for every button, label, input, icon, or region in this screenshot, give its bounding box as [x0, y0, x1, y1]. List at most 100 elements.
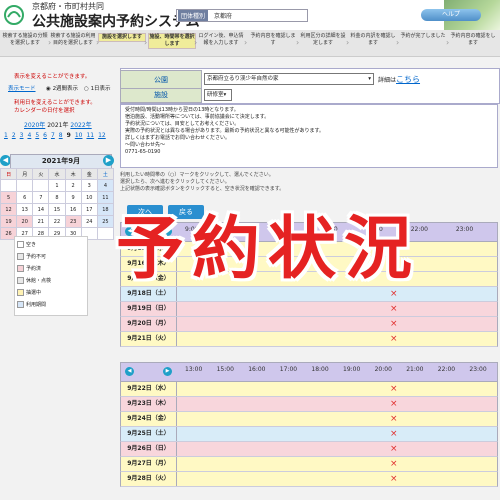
calendar-day[interactable]: 21 [32, 215, 50, 228]
schedule-row: 9月19日（日） × [120, 302, 498, 317]
month-link[interactable]: 2 [12, 132, 16, 139]
schedule-grid-week2: ◀ ▶ 13:00 15:00 16:00 17:00 18:00 19:00 20:00 21:… [120, 362, 498, 487]
schedule-date: 9月23日（木） [121, 397, 177, 411]
weekday-header: 木 [64, 168, 82, 180]
calendar-day[interactable]: 14 [32, 203, 50, 216]
unavailable-mark[interactable]: × [390, 428, 398, 440]
park-select[interactable]: 京都府立るり渓少年自然の家 ▾ [204, 73, 374, 85]
schedule-slots: × [177, 472, 497, 486]
display-mode-prompt: 表示を変えることができます。 [14, 74, 91, 80]
year-current: 2021年 [47, 122, 69, 129]
unavailable-mark[interactable]: × [390, 333, 398, 345]
facility-row-label: 施設 [120, 88, 202, 103]
month-links: 1 2 3 4 5 6 7 8 9 10 11 12 [4, 132, 114, 139]
month-link[interactable]: 8 [59, 132, 63, 139]
schedule-slots: × [177, 382, 497, 396]
hour-label: 17:00 [279, 366, 298, 373]
unavailable-mark[interactable]: × [390, 473, 398, 485]
month-link[interactable]: 6 [43, 132, 47, 139]
legend-label: 予約不可 [26, 254, 47, 260]
calendar-week: 1234 [0, 179, 115, 192]
park-row-label: 公園 [120, 70, 202, 90]
legend-item: 空き [17, 241, 36, 248]
hour-label: 18:00 [311, 366, 329, 373]
display-mode-label[interactable]: 表示モード [8, 84, 36, 92]
schedule-slots: × [177, 412, 497, 426]
legend-swatch [17, 301, 24, 308]
schedule-date: 9月27日（月） [121, 457, 177, 471]
hour-label: 15:00 [216, 366, 234, 373]
month-link[interactable]: 5 [35, 132, 39, 139]
instructions: 利用したい時間帯の（○）マークをクリックして、選んでください。 選択したら、次へ進… [120, 172, 420, 193]
chevron-down-icon: ▾ [368, 76, 371, 82]
month-link[interactable]: 4 [27, 132, 31, 139]
step-item: 利用区分の詳細を設定します [300, 33, 346, 46]
schedule-slots: × [177, 397, 497, 411]
schedule-next-button[interactable]: ▶ [163, 367, 172, 376]
calendar-day[interactable]: 20 [16, 215, 34, 228]
month-link[interactable]: 9 [67, 132, 71, 139]
schedule-row: 9月24日（金） × [120, 412, 498, 427]
calendar-empty [0, 179, 18, 192]
schedule-date: 9月20日（月） [121, 317, 177, 331]
unavailable-mark[interactable]: × [390, 443, 398, 455]
help-button-label: ヘルプ [441, 11, 460, 18]
legend-label: 空き [26, 242, 37, 248]
legend-swatch [17, 253, 24, 260]
schedule-date: 9月24日（金） [121, 412, 177, 426]
hour-label: 13:00 [185, 366, 203, 373]
month-link[interactable]: 12 [98, 132, 106, 139]
facility-select[interactable]: 研修室▾ [204, 89, 232, 101]
legend-label: 抽選中 [26, 290, 42, 296]
calendar-day[interactable]: 13 [16, 203, 34, 216]
unavailable-mark[interactable]: × [390, 398, 398, 410]
help-button[interactable]: ヘルプ [421, 9, 481, 21]
detail-text: 詳細はこちら [378, 74, 420, 85]
mode-two-weeks-label: 2週間表示 [52, 86, 79, 92]
unavailable-mark[interactable]: × [390, 458, 398, 470]
schedule-row: 9月20日（月） × [120, 317, 498, 332]
region-value[interactable]: 京都府 [214, 11, 232, 20]
unavailable-mark[interactable]: × [390, 383, 398, 395]
month-link[interactable]: 1 [4, 132, 8, 139]
mode-two-weeks-radio[interactable]: ◉ 2週間表示 [46, 84, 78, 92]
park-select-value: 京都府立るり渓少年自然の家 [207, 76, 279, 82]
step-item: 検索する施設の分類を選択します [2, 33, 48, 46]
date-change-prompt: 利用日を変えることができます。 [14, 100, 96, 106]
calendar-day[interactable]: 7 [32, 191, 50, 204]
calendar-day[interactable]: 6 [16, 191, 34, 204]
step-item: 料金の内訳を確認します [350, 33, 396, 46]
unavailable-mark[interactable]: × [390, 413, 398, 425]
calendar-empty [16, 179, 34, 192]
calendar-day[interactable]: 3 [80, 179, 98, 192]
detail-link[interactable]: こちら [396, 75, 420, 84]
unavailable-mark[interactable]: × [390, 303, 398, 315]
schedule-row: 9月26日（日） × [120, 442, 498, 457]
month-link[interactable]: 11 [86, 132, 94, 139]
month-link[interactable]: 7 [51, 132, 55, 139]
mode-one-day-label: 1日表示 [90, 86, 111, 92]
unavailable-mark[interactable]: × [390, 318, 398, 330]
calendar-day[interactable]: 1 [48, 179, 66, 192]
schedule-prev-button[interactable]: ◀ [125, 367, 134, 376]
calendar-day[interactable]: 19 [0, 215, 18, 228]
schedule-date: 9月21日（火） [121, 332, 177, 346]
calendar-day[interactable]: 12 [0, 203, 18, 216]
region-label: 団体種別 [178, 10, 209, 21]
hour-label: 16:00 [248, 366, 266, 373]
month-link[interactable]: 10 [75, 132, 83, 139]
step-item: 予約内容の確認をします [450, 33, 496, 46]
calendar-day[interactable]: 4 [96, 179, 115, 192]
notes-line: 実際の予約状況とは異なる場合があります。最新の予約状況と異なる可能性があります。 [125, 128, 325, 134]
year-link-prev[interactable]: 2020年 [24, 122, 45, 129]
schedule-header: ◀ ▶ 13:00 15:00 16:00 17:00 18:00 19:00 20:00 21:… [120, 362, 498, 382]
calendar-day[interactable]: 2 [64, 179, 82, 192]
year-link-next[interactable]: 2022年 [70, 122, 91, 129]
detail-label: 詳細は [378, 77, 397, 84]
calendar-next-button[interactable]: ▶ [103, 155, 114, 166]
calendar-day[interactable]: 5 [0, 191, 18, 204]
mode-one-day-radio[interactable]: ○ 1日表示 [84, 84, 111, 92]
instruction-line: 上記状態の表示確認ボタンをクリックすると、空き状況を確認できます。 [120, 186, 285, 192]
month-link[interactable]: 3 [20, 132, 24, 139]
step-arrow-icon: › [296, 38, 300, 47]
